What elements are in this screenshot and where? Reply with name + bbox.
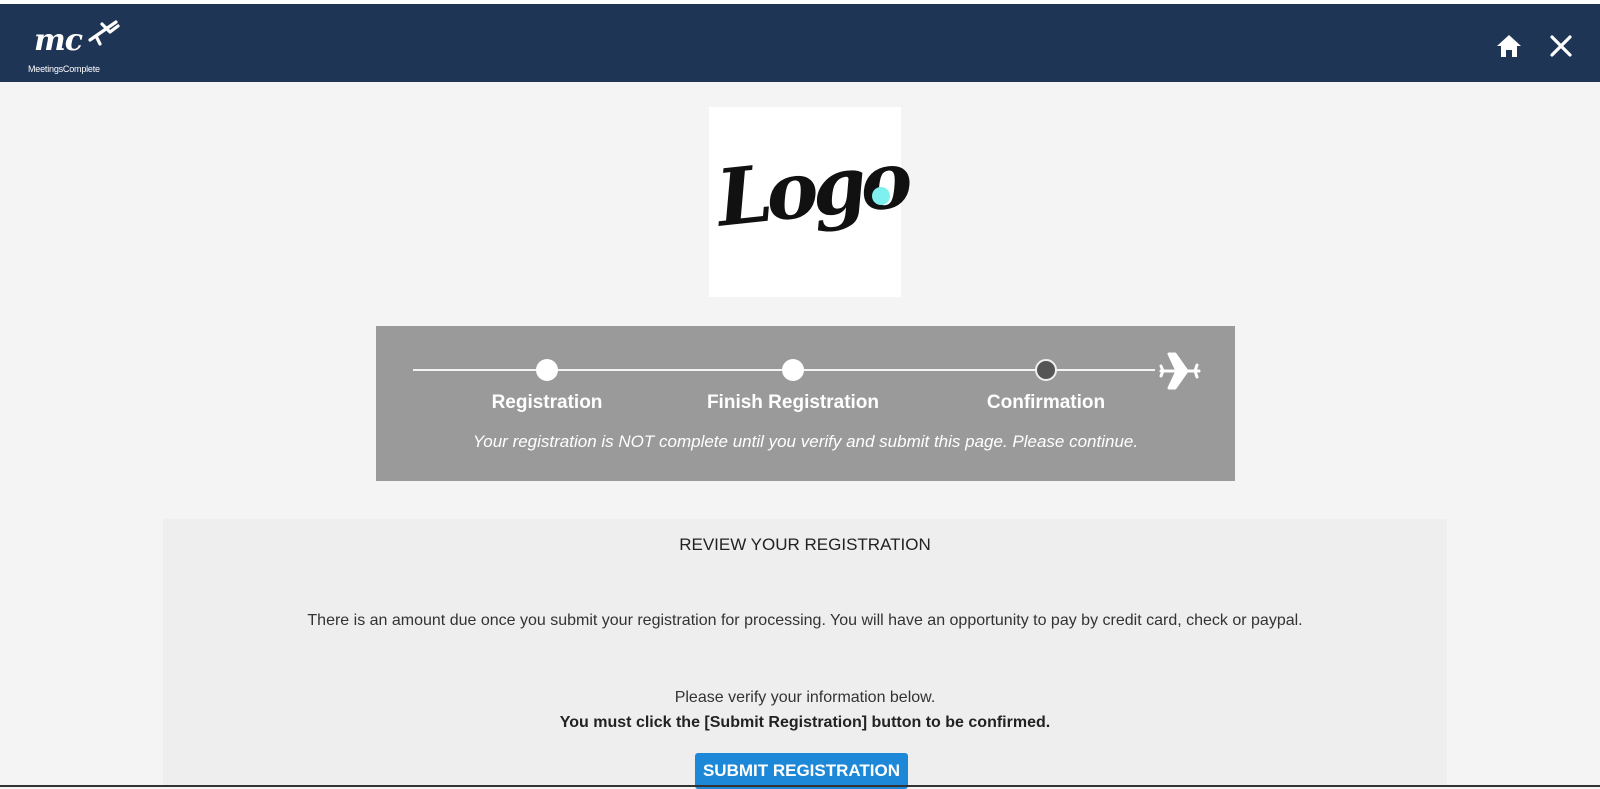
event-logo: Logo xyxy=(709,107,911,297)
event-logo-dot xyxy=(872,187,890,205)
brand-name: MeetingsComplete xyxy=(28,64,100,74)
brand-mark: mc xyxy=(34,23,83,58)
verify-note: Please verify your information below. xyxy=(674,689,936,706)
progress-note: Your registration is NOT complete until … xyxy=(472,432,1139,451)
step-registration-marker xyxy=(536,359,558,381)
home-icon xyxy=(1497,35,1521,57)
brand-airplane-icon xyxy=(88,20,120,46)
step-finish-registration-label: Finish Registration xyxy=(706,392,880,413)
submit-registration-button[interactable]: SUBMIT REGISTRATION xyxy=(695,753,908,789)
close-icon xyxy=(1550,35,1572,57)
brand-logo[interactable]: mc MeetingsComplete xyxy=(26,16,126,78)
app-header: mc MeetingsComplete xyxy=(0,4,1600,82)
close-button[interactable] xyxy=(1548,33,1574,59)
registration-progress: Registration Finish Registration Confirm… xyxy=(376,326,1235,481)
review-title: REVIEW YOUR REGISTRATION xyxy=(679,535,931,554)
review-section: REVIEW YOUR REGISTRATION There is an amo… xyxy=(163,519,1447,789)
amount-due-note: There is an amount due once you submit y… xyxy=(307,612,1303,629)
step-registration-label: Registration xyxy=(491,392,603,413)
home-button[interactable] xyxy=(1496,33,1522,59)
step-confirmation-label: Confirmation xyxy=(986,392,1106,413)
airplane-icon xyxy=(1159,352,1201,390)
step-finish-registration-marker xyxy=(782,359,804,381)
submit-instruction: You must click the [Submit Registration]… xyxy=(559,714,1051,731)
step-confirmation-marker xyxy=(1035,359,1057,381)
